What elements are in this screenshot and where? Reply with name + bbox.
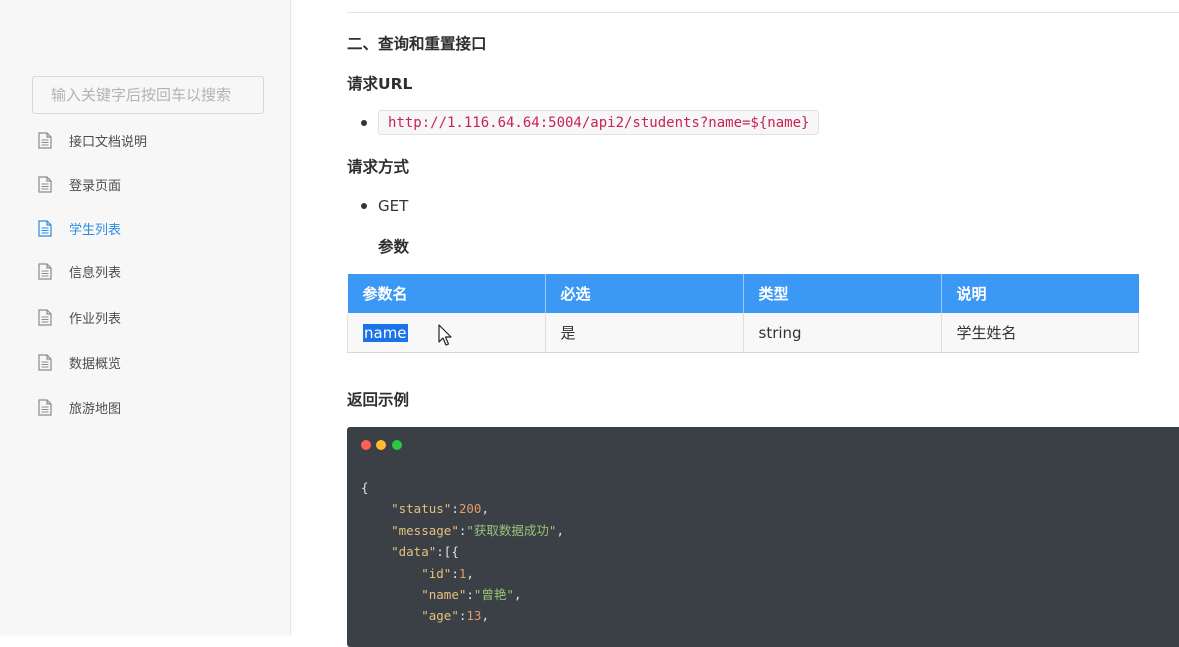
mouse-cursor-icon bbox=[438, 324, 452, 346]
sidebar-item-homework[interactable]: 作业列表 bbox=[38, 305, 268, 329]
sidebar-item-api-docs[interactable]: 接口文档说明 bbox=[38, 128, 268, 152]
sidebar-item-label: 信息列表 bbox=[69, 265, 122, 281]
window-minimize-dot bbox=[376, 440, 386, 450]
column-header: 参数名 bbox=[347, 274, 546, 313]
column-header: 类型 bbox=[743, 274, 942, 313]
code-line: "status":200, bbox=[391, 501, 489, 517]
table-cell: 学生姓名 bbox=[941, 313, 1139, 353]
code-line: "age":13, bbox=[421, 608, 489, 624]
code-line: "message":"获取数据成功", bbox=[391, 522, 564, 538]
selected-text[interactable]: name bbox=[363, 323, 408, 342]
sidebar-item-label: 登录页面 bbox=[69, 178, 122, 194]
document-icon bbox=[38, 398, 52, 416]
column-header: 说明 bbox=[941, 274, 1139, 313]
document-icon bbox=[38, 262, 52, 280]
table-cell: 是 bbox=[545, 313, 744, 353]
table-cell: string bbox=[743, 313, 942, 353]
sidebar-item-students[interactable]: 学生列表 bbox=[38, 216, 268, 240]
table-header-row: 参数名 必选 类型 说明 bbox=[347, 274, 1139, 313]
section-title: 二、查询和重置接口 bbox=[347, 35, 487, 53]
return-heading: 返回示例 bbox=[347, 391, 410, 409]
document-icon bbox=[38, 353, 52, 371]
code-line: "data":[{ bbox=[391, 544, 459, 560]
document-icon bbox=[38, 219, 52, 237]
sidebar: 接口文档说明 登录页面 学生列表 信息列表 作业列表 数据概览 bbox=[0, 0, 291, 635]
sidebar-item-info[interactable]: 信息列表 bbox=[38, 259, 268, 283]
document-icon bbox=[38, 175, 52, 193]
params-table: 参数名 必选 类型 说明 name 是 string 学生姓名 bbox=[347, 274, 1139, 353]
code-content: { "status":200, "message":"获取数据成功", "dat… bbox=[361, 477, 564, 627]
code-block: { "status":200, "message":"获取数据成功", "dat… bbox=[347, 427, 1179, 647]
window-close-dot bbox=[361, 440, 371, 450]
method-heading: 请求方式 bbox=[347, 158, 410, 176]
sidebar-item-label: 数据概览 bbox=[69, 356, 122, 372]
bullet bbox=[361, 120, 367, 126]
document-icon bbox=[38, 308, 52, 326]
document-icon bbox=[38, 131, 52, 149]
params-heading: 参数 bbox=[378, 238, 410, 256]
url-heading: 请求URL bbox=[347, 75, 413, 93]
divider bbox=[347, 12, 1179, 13]
search-input[interactable] bbox=[32, 76, 264, 114]
sidebar-item-label: 学生列表 bbox=[69, 222, 122, 238]
sidebar-item-login[interactable]: 登录页面 bbox=[38, 172, 268, 196]
code-line: "name":"曾艳", bbox=[421, 587, 522, 603]
bullet bbox=[361, 203, 367, 209]
sidebar-item-label: 旅游地图 bbox=[69, 401, 122, 417]
sidebar-item-map[interactable]: 旅游地图 bbox=[38, 395, 268, 419]
request-url: http://1.116.64.64:5004/api2/students?na… bbox=[378, 110, 820, 135]
column-header: 必选 bbox=[545, 274, 744, 313]
code-line: { bbox=[361, 480, 369, 495]
table-row: name 是 string 学生姓名 bbox=[347, 313, 1139, 353]
request-method: GET bbox=[378, 197, 409, 215]
code-line: "id":1, bbox=[421, 565, 474, 581]
window-maximize-dot bbox=[392, 440, 402, 450]
sidebar-item-label: 作业列表 bbox=[69, 311, 122, 327]
sidebar-item-overview[interactable]: 数据概览 bbox=[38, 350, 268, 374]
sidebar-item-label: 接口文档说明 bbox=[69, 134, 148, 150]
